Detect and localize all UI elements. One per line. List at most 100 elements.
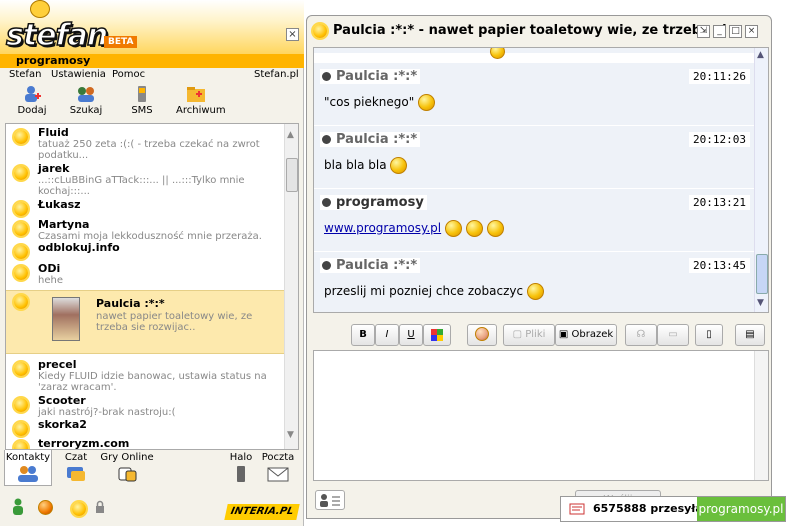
input-scrollbar[interactable]: [754, 351, 768, 480]
chat-icon: [67, 467, 85, 481]
status-available-icon: [14, 266, 28, 280]
scroll-up-icon[interactable]: ▲: [287, 130, 294, 140]
message-time: 20:11:26: [689, 69, 750, 84]
message: Paulcia :*:* 20:12:03 bla bla bla: [314, 126, 754, 189]
sms-button[interactable]: SMS: [122, 85, 162, 116]
image-label: Obrazek: [571, 329, 614, 340]
archive-label: Archiwum: [176, 105, 226, 116]
lock-icon[interactable]: [94, 500, 106, 514]
tab-halo-label: Halo: [229, 452, 253, 463]
phone-icon: [237, 466, 245, 482]
close-button[interactable]: ×: [745, 25, 758, 38]
color-palette-icon: [431, 329, 443, 341]
tab-mail[interactable]: Poczta: [258, 450, 298, 486]
user-menu-button[interactable]: [315, 490, 345, 510]
tab-chat[interactable]: Czat: [56, 450, 96, 486]
tab-games-label: Gry Online: [100, 452, 154, 463]
tab-contacts-label: Kontakty: [5, 452, 51, 463]
message-text: przeslij mi pozniej chce zobaczyc: [324, 283, 544, 300]
neutral-icon: [486, 220, 504, 237]
status-available-icon: [14, 295, 28, 309]
phone-icon: ▯: [706, 329, 712, 340]
sms-button[interactable]: ▯: [695, 324, 723, 346]
add-button[interactable]: Dodaj: [12, 85, 52, 116]
bottom-tabs: Kontakty Czat Gry Online Halo Poczta: [0, 450, 304, 492]
emoticon-button[interactable]: [467, 324, 497, 346]
search-icon: [78, 87, 94, 102]
user-menu-icon: [320, 494, 340, 507]
message-text: "cos pieknego": [324, 94, 436, 111]
contact-name: Scooter: [38, 394, 86, 407]
contact-scrollbar[interactable]: ▲ ▼: [284, 124, 298, 449]
underline-button[interactable]: U: [399, 324, 423, 346]
phone-icon: [138, 86, 146, 102]
scroll-thumb[interactable]: [286, 158, 298, 192]
contact-name: jarek: [38, 162, 70, 175]
watermark: programosy.pl: [697, 497, 785, 521]
message-time: 20:13:45: [689, 258, 750, 273]
message: Paulcia :*:* 20:11:26 "cos pieknego": [314, 63, 754, 126]
message-text: bla bla bla: [324, 157, 408, 174]
files-label: Pliki: [525, 329, 546, 340]
format-toolbar: B I U ▢ Pliki ▣ Obrazek ☊ ▭ ▯ ▤: [313, 320, 769, 350]
tab-games[interactable]: Gry Online: [100, 450, 154, 486]
camera-icon: ▭: [668, 329, 678, 340]
current-user[interactable]: programosy: [0, 54, 304, 68]
contact-list: Fluid tatuaż 250 zeta :(:( - trzeba czeka…: [5, 123, 299, 450]
status-available-icon: [14, 398, 28, 412]
tab-chat-label: Czat: [64, 452, 88, 463]
contact-name: Paulcia :*:*: [96, 297, 165, 310]
message-sender: Paulcia :*:*: [320, 132, 421, 147]
bold-button[interactable]: B: [351, 324, 375, 346]
tab-contacts[interactable]: Kontakty: [4, 450, 52, 486]
scroll-thumb[interactable]: [756, 254, 768, 294]
smiley-icon: [444, 220, 462, 237]
maximize-button[interactable]: □: [729, 25, 742, 38]
emoticon-icon[interactable]: [38, 500, 53, 515]
archive-button[interactable]: Archiwum: [176, 85, 226, 116]
search-button[interactable]: Szukaj: [66, 85, 106, 116]
close-button[interactable]: ×: [286, 28, 299, 41]
status-available-icon: [14, 422, 28, 436]
contact-status: tatuaż 250 zeta :(:( - trzeba czekać na …: [38, 139, 260, 161]
message-body: bla bla bla: [324, 158, 387, 172]
message-link[interactable]: www.programosy.pl: [324, 221, 441, 235]
files-button[interactable]: ▢ Pliki: [503, 324, 555, 346]
headset-button[interactable]: ☊: [625, 324, 657, 346]
message-input[interactable]: [313, 350, 769, 481]
image-button[interactable]: ▣ Obrazek: [555, 324, 617, 346]
status-available-icon: [14, 441, 28, 449]
message-sender: Paulcia :*:*: [320, 258, 421, 273]
status-available-icon: [14, 130, 28, 144]
user-status-icon[interactable]: [10, 498, 26, 516]
search-label: Szukaj: [69, 105, 103, 116]
scroll-up-icon[interactable]: ▲: [757, 50, 764, 60]
scroll-down-icon[interactable]: ▼: [287, 430, 294, 440]
tab-mail-label: Poczta: [261, 452, 295, 463]
menu-stefan-pl[interactable]: Stefan.pl: [254, 69, 299, 80]
message-body: "cos pieknego": [324, 95, 415, 109]
message-icon: [569, 503, 585, 515]
folder-icon: [187, 87, 205, 102]
detach-button[interactable]: ⇲: [697, 25, 710, 38]
menu-stefan[interactable]: Stefan: [9, 69, 41, 80]
contact-name: skorka2: [38, 418, 87, 431]
contact-status: Kiedy FLUID idzie banowac, ustawia statu…: [38, 371, 267, 393]
status-available-icon: [313, 24, 327, 38]
message-body: przeslij mi pozniej chce zobaczyc: [324, 284, 524, 298]
history-button[interactable]: ▤: [735, 324, 765, 346]
chat-scrollbar[interactable]: ▲ ▼: [754, 48, 768, 312]
menu-ustawienia[interactable]: Ustawienia: [51, 69, 106, 80]
tab-halo[interactable]: Halo: [226, 450, 256, 486]
scroll-down-icon[interactable]: ▼: [757, 298, 764, 308]
contact-name: terroryzm.com: [38, 437, 130, 450]
camera-button[interactable]: ▭: [657, 324, 689, 346]
message: [314, 48, 754, 59]
italic-button[interactable]: I: [375, 324, 399, 346]
menu-pomoc[interactable]: Pomoc: [112, 69, 145, 80]
minimize-button[interactable]: _: [713, 25, 726, 38]
contact-item-selected[interactable]: Paulcia :*:* nawet papier toaletowy wie,…: [6, 290, 286, 354]
color-button[interactable]: [423, 324, 451, 346]
status-available-icon[interactable]: [72, 502, 86, 516]
contact-name: precel: [38, 358, 77, 371]
